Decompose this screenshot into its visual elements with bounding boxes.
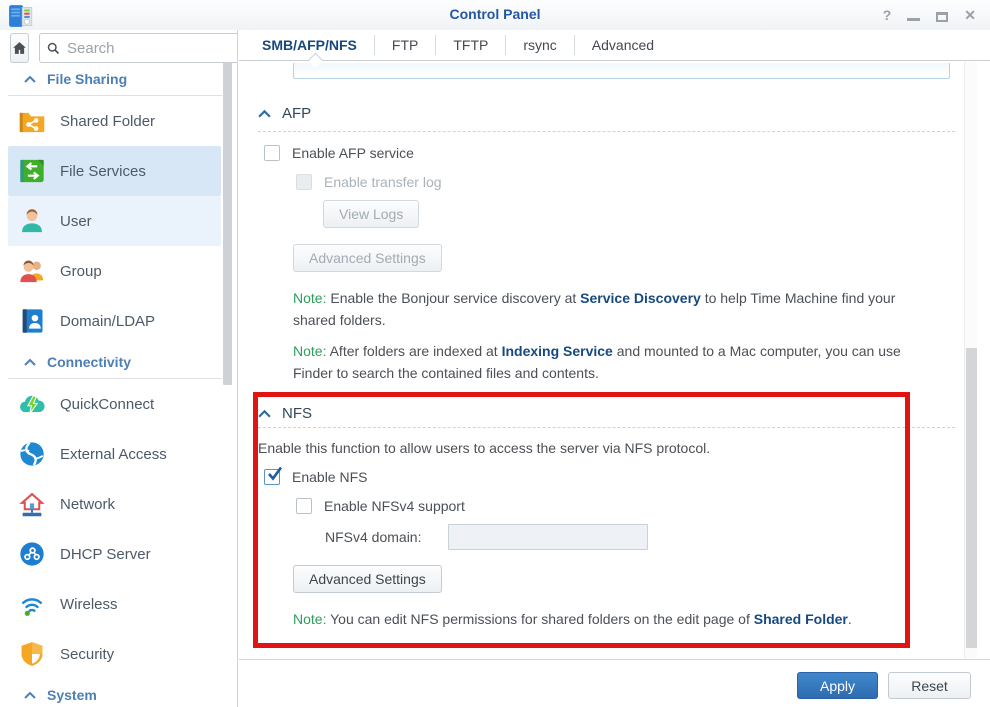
shared-folder-icon xyxy=(18,107,46,135)
enable-afp-service-checkbox[interactable] xyxy=(264,145,280,161)
network-icon xyxy=(18,490,46,518)
sidebar-item-dhcp-server[interactable]: DHCP Server xyxy=(8,529,221,579)
close-icon[interactable]: ✕ xyxy=(964,4,976,26)
domain-ldap-icon xyxy=(18,307,46,335)
search-icon xyxy=(46,41,61,56)
nfs-description: Enable this function to allow users to a… xyxy=(258,440,955,456)
help-icon[interactable]: ? xyxy=(883,4,892,26)
sidebar-item-shared-folder[interactable]: Shared Folder xyxy=(8,96,221,146)
divider xyxy=(258,131,955,132)
content-scrollbar-thumb[interactable] xyxy=(966,348,977,648)
collapse-icon[interactable] xyxy=(258,409,271,418)
view-logs-button[interactable]: View Logs xyxy=(323,200,419,228)
enable-transfer-log-row: Enable transfer log xyxy=(296,174,990,190)
chevron-up-icon xyxy=(24,691,36,699)
tab-advanced[interactable]: Advanced xyxy=(574,35,671,55)
sidebar: File Sharing Shared Folder Fil xyxy=(0,30,238,707)
afp-section-header: AFP xyxy=(258,105,990,122)
enable-nfsv4-label: Enable NFSv4 support xyxy=(324,498,465,514)
sidebar-scrollbar-thumb[interactable] xyxy=(223,62,232,385)
nfs-section-title: NFS xyxy=(282,405,312,422)
sidebar-item-wireless[interactable]: Wireless xyxy=(8,579,221,629)
sidebar-section-file-sharing[interactable]: File Sharing xyxy=(8,71,222,96)
user-icon xyxy=(18,207,46,235)
enable-afp-service-label: Enable AFP service xyxy=(292,145,414,161)
sidebar-item-user[interactable]: User xyxy=(8,196,221,246)
tab-smb-afp-nfs[interactable]: SMB/AFP/NFS xyxy=(245,35,374,55)
collapse-icon[interactable] xyxy=(258,109,271,118)
checkmark-icon xyxy=(265,465,284,482)
security-icon xyxy=(18,640,46,668)
enable-transfer-log-label: Enable transfer log xyxy=(324,174,442,190)
tab-ftp[interactable]: FTP xyxy=(374,35,435,55)
nfsv4-domain-label: NFSv4 domain: xyxy=(325,529,421,545)
reset-button[interactable]: Reset xyxy=(888,672,971,699)
settings-panel: AFP Enable AFP service Enable transfer l… xyxy=(239,61,990,659)
file-services-icon xyxy=(18,157,46,185)
sidebar-item-external-access[interactable]: External Access xyxy=(8,429,221,479)
tab-rsync[interactable]: rsync xyxy=(505,35,573,55)
nfsv4-domain-row: NFSv4 domain: xyxy=(325,524,990,550)
afp-note-2: Note: After folders are indexed at Index… xyxy=(293,341,942,384)
wireless-icon xyxy=(18,590,46,618)
external-access-icon xyxy=(18,440,46,468)
tab-tftp[interactable]: TFTP xyxy=(435,35,505,55)
group-icon xyxy=(18,257,46,285)
sidebar-item-security[interactable]: Security xyxy=(8,629,221,679)
sidebar-item-network[interactable]: Network xyxy=(8,479,221,529)
search-input[interactable] xyxy=(67,40,238,57)
chevron-up-icon xyxy=(24,75,36,83)
footer-bar: Apply Reset xyxy=(239,659,990,707)
titlebar: Control Panel ? ✕ xyxy=(0,0,990,30)
apply-button[interactable]: Apply xyxy=(797,672,878,699)
enable-afp-service-row: Enable AFP service xyxy=(264,145,990,161)
home-button[interactable] xyxy=(10,33,29,63)
sidebar-section-system[interactable]: System xyxy=(8,687,222,707)
window-title: Control Panel xyxy=(0,6,990,22)
afp-note-1: Note: Enable the Bonjour service discove… xyxy=(293,288,942,331)
sidebar-item-file-services[interactable]: File Services xyxy=(8,146,221,196)
nfsv4-domain-input[interactable] xyxy=(448,524,648,550)
sidebar-item-group[interactable]: Group xyxy=(8,246,221,296)
enable-nfs-row: Enable NFS xyxy=(264,469,990,485)
maximize-icon[interactable] xyxy=(936,12,948,22)
enable-nfs-label: Enable NFS xyxy=(292,469,367,485)
minimize-icon[interactable] xyxy=(907,18,920,21)
content-scrollbar xyxy=(964,62,977,658)
tab-bar: SMB/AFP/NFS FTP TFTP rsync Advanced xyxy=(239,30,990,61)
nfs-note: Note: You can edit NFS permissions for s… xyxy=(293,609,942,631)
sidebar-section-connectivity[interactable]: Connectivity xyxy=(8,354,222,379)
sidebar-item-quickconnect[interactable]: QuickConnect xyxy=(8,379,221,429)
enable-transfer-log-checkbox[interactable] xyxy=(296,174,312,190)
enable-nfsv4-checkbox[interactable] xyxy=(296,498,312,514)
enable-nfs-checkbox[interactable] xyxy=(264,469,280,485)
sidebar-item-domain-ldap[interactable]: Domain/LDAP xyxy=(8,296,221,346)
home-icon xyxy=(11,40,28,57)
enable-nfsv4-row: Enable NFSv4 support xyxy=(296,498,990,514)
dhcp-server-icon xyxy=(18,540,46,568)
nfs-section-header: NFS xyxy=(258,405,990,422)
chevron-up-icon xyxy=(24,358,36,366)
quickconnect-icon xyxy=(18,390,46,418)
control-panel-window: Control Panel ? ✕ xyxy=(0,0,990,707)
afp-advanced-settings-button[interactable]: Advanced Settings xyxy=(293,244,442,272)
afp-section-title: AFP xyxy=(282,105,311,122)
nfs-advanced-settings-button[interactable]: Advanced Settings xyxy=(293,565,442,593)
clipped-text-field[interactable] xyxy=(293,63,950,79)
divider xyxy=(258,427,955,428)
search-box xyxy=(39,33,238,63)
